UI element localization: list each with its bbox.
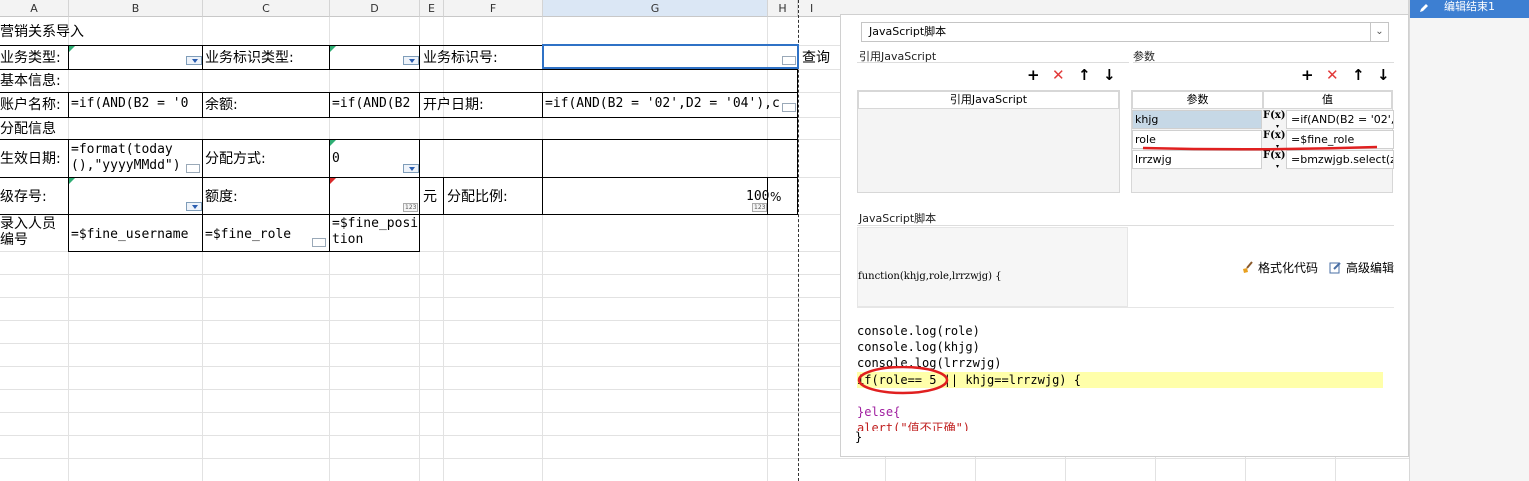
allocation-method-dropdown[interactable] bbox=[403, 164, 419, 173]
param-row[interactable]: khjg F(x) ▾ =if(AND(B2 = '02',D bbox=[1132, 110, 1394, 130]
business-id-type-dropdown[interactable] bbox=[403, 56, 419, 65]
move-up-param-icon[interactable]: ↑ bbox=[1352, 67, 1365, 83]
entry-staff-number-label: 录入人员编号 bbox=[0, 216, 56, 248]
column-header-b[interactable]: B bbox=[69, 0, 203, 17]
open-date-label: 开户日期: bbox=[423, 97, 484, 113]
add-param-icon[interactable]: + bbox=[1301, 67, 1314, 83]
param-value[interactable]: =if(AND(B2 = '02',D bbox=[1286, 110, 1394, 129]
edit-icon bbox=[1329, 262, 1341, 274]
deposit-number-label: 级存号: bbox=[0, 189, 47, 205]
script-type-select[interactable]: JavaScript脚本 ⌄ bbox=[861, 22, 1389, 42]
account-name-formula[interactable]: =if(AND(B2 = '0 bbox=[71, 96, 202, 112]
chevron-down-icon[interactable]: ⌄ bbox=[1370, 23, 1388, 41]
column-header-e[interactable]: E bbox=[420, 0, 444, 17]
code-line: console.log(khjg) bbox=[857, 340, 980, 354]
column-header-f[interactable]: F bbox=[444, 0, 543, 17]
number-badge-ratio: 123 bbox=[752, 203, 768, 212]
effective-date-formula[interactable]: =format(today(),"yyyyMMdd") bbox=[71, 142, 186, 176]
finish-edit-label: 编辑结束1 bbox=[1444, 0, 1495, 13]
javascript-dialog: JavaScript脚本 ⌄ 引用JavaScript 参数 + ✕ ↑ ↓ +… bbox=[840, 14, 1409, 457]
basic-info-label: 基本信息: bbox=[0, 73, 61, 89]
account-name-label: 账户名称: bbox=[0, 97, 61, 113]
pencil-icon bbox=[1420, 4, 1428, 12]
code-line: alert("值不正确") bbox=[857, 421, 971, 431]
column-header-c[interactable]: C bbox=[203, 0, 330, 17]
open-date-formula[interactable]: =if(AND(B2 = '02',D2 = '04'),c bbox=[545, 96, 785, 112]
allocation-ratio-label: 分配比例: bbox=[447, 189, 508, 205]
balance-formula[interactable]: =if(AND(B2 bbox=[332, 96, 419, 112]
column-header-g[interactable]: G bbox=[543, 0, 768, 17]
annotation-circle bbox=[857, 366, 949, 395]
business-id-label: 业务标识号: bbox=[423, 50, 498, 66]
param-name-header: 参数 bbox=[1132, 91, 1263, 109]
add-ref-icon[interactable]: + bbox=[1027, 67, 1040, 83]
effective-date-label: 生效日期: bbox=[0, 151, 61, 167]
allocation-method-label: 分配方式: bbox=[205, 151, 266, 167]
right-sidebar: 编辑结束1 bbox=[1409, 0, 1529, 481]
function-signature-box: function(khjg,role,lrrzwjg) { bbox=[857, 227, 1128, 307]
ref-js-table-header: 引用JavaScript bbox=[858, 91, 1119, 109]
role-formula[interactable]: =$fine_role bbox=[205, 227, 291, 243]
format-code-button[interactable]: 格式化代码 bbox=[1241, 259, 1318, 276]
allocation-info-label: 分配信息 bbox=[0, 121, 56, 137]
query-button[interactable]: 查询 bbox=[802, 50, 830, 66]
quota-label: 额度: bbox=[205, 189, 238, 205]
sheet-title: 营销关系导入 bbox=[0, 24, 84, 40]
username-formula[interactable]: =$fine_username bbox=[71, 227, 188, 243]
position-formula[interactable]: =$fine_position bbox=[332, 216, 419, 250]
move-up-ref-icon[interactable]: ↑ bbox=[1078, 67, 1091, 83]
script-type-value: JavaScript脚本 bbox=[869, 25, 947, 38]
balance-label: 余额: bbox=[205, 97, 238, 113]
business-id-type-label: 业务标识类型: bbox=[205, 50, 294, 66]
param-value-header: 值 bbox=[1263, 91, 1392, 109]
currency-unit: 元 bbox=[423, 189, 437, 205]
code-editor[interactable]: console.log(role) console.log(khjg) cons… bbox=[857, 307, 1394, 431]
percent-sign: % bbox=[770, 190, 782, 204]
delete-param-icon[interactable]: ✕ bbox=[1326, 67, 1339, 83]
business-type-dropdown[interactable] bbox=[186, 56, 202, 65]
formula-icon[interactable]: F(x) ▾ bbox=[1263, 110, 1286, 130]
number-badge: 123 bbox=[403, 203, 419, 212]
column-header-h[interactable]: H bbox=[768, 0, 798, 17]
closing-brace: } bbox=[855, 430, 863, 444]
broom-icon bbox=[1243, 261, 1253, 273]
annotation-underline bbox=[1142, 145, 1378, 151]
business-id-input[interactable] bbox=[542, 44, 799, 69]
allocation-method-value[interactable]: 0 bbox=[332, 151, 340, 167]
delete-ref-icon[interactable]: ✕ bbox=[1052, 67, 1065, 83]
code-line: }else{ bbox=[857, 405, 901, 419]
param-name[interactable]: khjg bbox=[1132, 110, 1262, 129]
deposit-number-dropdown[interactable] bbox=[186, 202, 202, 211]
column-header-a[interactable]: A bbox=[0, 0, 69, 17]
finish-edit-button[interactable]: 编辑结束1 bbox=[1410, 0, 1529, 18]
code-line: console.log(role) bbox=[857, 324, 980, 338]
function-signature: function(khjg,role,lrrzwjg) { bbox=[858, 271, 1002, 282]
move-down-param-icon[interactable]: ↓ bbox=[1377, 67, 1390, 83]
column-header-d[interactable]: D bbox=[330, 0, 420, 17]
business-type-label: 业务类型: bbox=[0, 50, 61, 66]
script-section-label: JavaScript脚本 bbox=[859, 212, 937, 225]
move-down-ref-icon[interactable]: ↓ bbox=[1103, 67, 1116, 83]
advanced-edit-button[interactable]: 高级编辑 bbox=[1329, 259, 1394, 276]
